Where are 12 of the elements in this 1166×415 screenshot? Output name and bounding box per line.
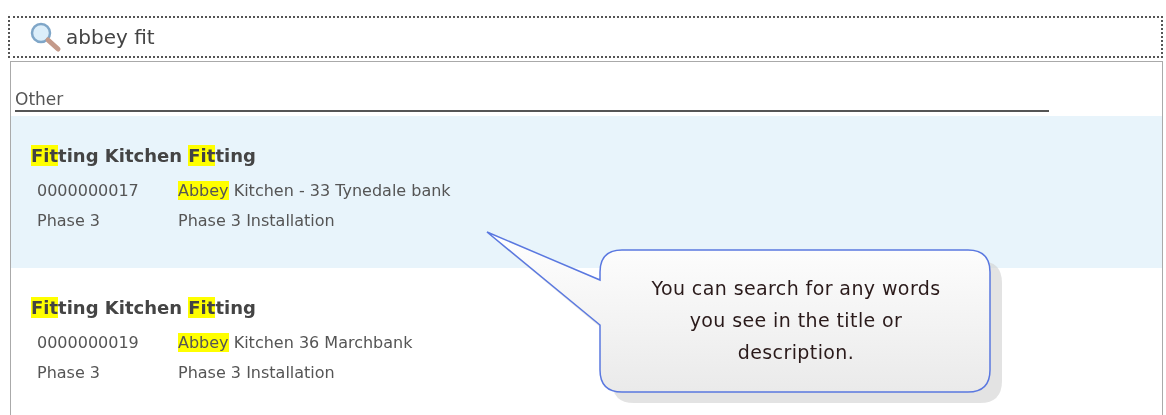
- result-field: Abbey Kitchen - 33 Tynedale bank: [178, 176, 451, 206]
- result-field: Phase 3: [37, 211, 101, 230]
- search-field[interactable]: abbey fit: [8, 16, 1163, 58]
- result-field: 0000000019: [37, 333, 139, 352]
- result-field: Abbey Kitchen 36 Marchbank: [178, 328, 413, 358]
- callout-text: You can search for any words you see in the title or description.: [650, 276, 942, 365]
- search-icon: [28, 21, 62, 53]
- result-field: Phase 3 Installation: [178, 206, 335, 236]
- result-field: 0000000017: [37, 181, 139, 200]
- result-field: Phase 3: [37, 363, 101, 382]
- result-field: Phase 3 Installation: [178, 358, 335, 388]
- group-header: Other: [15, 88, 1049, 112]
